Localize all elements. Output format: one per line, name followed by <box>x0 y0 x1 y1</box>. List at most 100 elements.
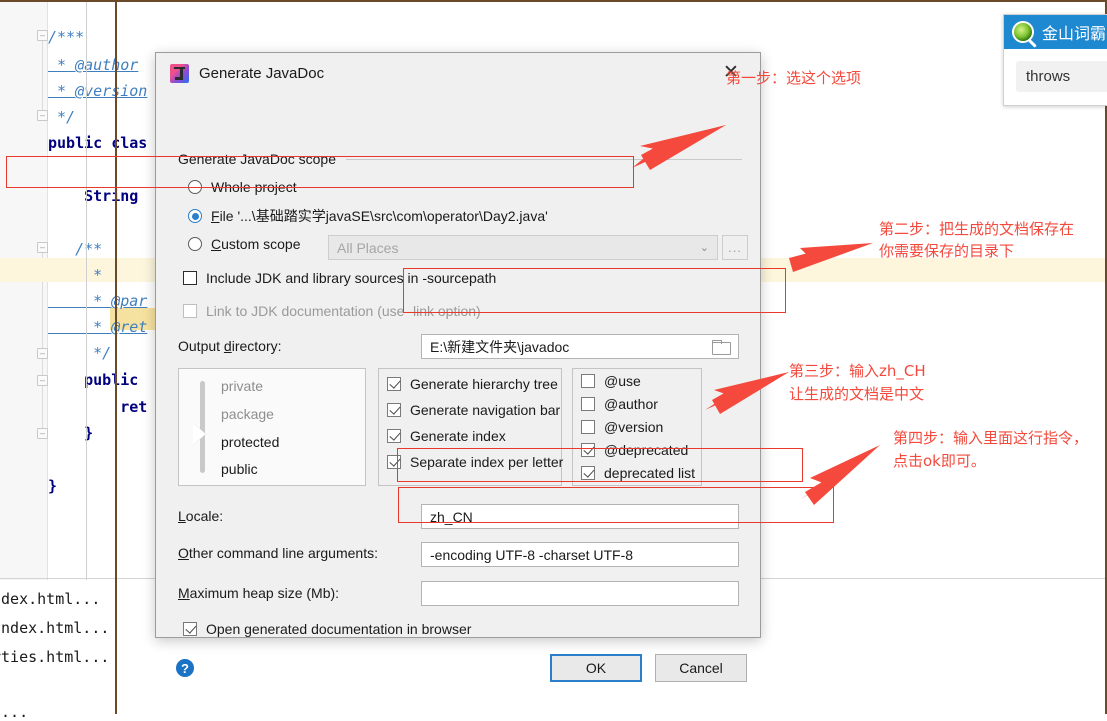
fold-marker[interactable]: – <box>37 30 48 41</box>
checkbox-indicator[interactable] <box>581 420 595 434</box>
dialog-body: Generate JavaDoc scope Whole project Fil… <box>156 93 760 682</box>
code-line: */ <box>48 344 112 362</box>
mnemonic-letter: O <box>178 545 189 561</box>
checkbox-tag-option-0[interactable]: @use <box>581 373 641 389</box>
visibility-option-protected[interactable]: protected <box>221 434 279 450</box>
code-line: */ <box>48 108 76 126</box>
locale-label: Locale: <box>178 508 223 524</box>
other-args-label: Other command line arguments: <box>178 545 378 561</box>
locale-input[interactable]: zh_CN <box>421 504 739 529</box>
checkbox-indicator[interactable] <box>387 455 401 469</box>
fold-marker[interactable]: – <box>37 375 48 386</box>
annotation-step-4-line2: 点击ok即可。 <box>893 452 986 470</box>
dictionary-query[interactable]: throws <box>1016 61 1107 92</box>
visibility-option-private[interactable]: private <box>221 378 263 394</box>
checkbox-indicator[interactable] <box>581 466 595 480</box>
visibility-option-public[interactable]: public <box>221 461 258 477</box>
annotation-step-4-line1: 第四步：输入里面这行指令， <box>893 429 1089 447</box>
console-line: l... <box>0 703 29 721</box>
code-line: /*** <box>48 28 85 46</box>
annotation-step-3-line2: 让生成的文档是中文 <box>789 385 925 403</box>
checkbox-indicator[interactable] <box>183 622 197 636</box>
fold-marker[interactable]: – <box>37 348 48 359</box>
output-directory-input[interactable]: E:\新建文件夹\javadoc <box>421 334 739 359</box>
checkbox-indicator[interactable] <box>581 443 595 457</box>
checkbox-tag-option-label: @deprecated <box>604 442 689 458</box>
checkbox-indicator[interactable] <box>581 374 595 388</box>
code-line: /** <box>48 240 103 258</box>
magnifier-icon <box>1012 21 1034 43</box>
checkbox-generate-option-label: Generate hierarchy tree <box>410 376 558 392</box>
visibility-option-package[interactable]: package <box>221 406 274 422</box>
other-args-input[interactable]: -encoding UTF-8 -charset UTF-8 <box>421 542 739 567</box>
cancel-button[interactable]: Cancel <box>655 654 747 682</box>
help-icon[interactable]: ? <box>176 659 194 677</box>
checkbox-indicator[interactable] <box>387 403 401 417</box>
dictionary-popup[interactable]: 金山词霸 throws <box>1003 14 1107 106</box>
console-line: rties.html... <box>0 648 110 666</box>
checkbox-generate-option-0[interactable]: Generate hierarchy tree <box>387 376 558 392</box>
checkbox-indicator[interactable] <box>581 397 595 411</box>
checkbox-tag-option-label: @use <box>604 373 641 389</box>
scope-section-label: Generate JavaDoc scope <box>178 151 336 167</box>
checkbox-tag-option-2[interactable]: @version <box>581 419 663 435</box>
section-rule <box>345 158 742 160</box>
mnemonic-letter: M <box>178 585 190 601</box>
checkbox-indicator[interactable] <box>387 429 401 443</box>
fold-marker[interactable]: – <box>37 110 48 121</box>
checkbox-open-in-browser[interactable]: Open generated documentation in browser <box>183 621 471 637</box>
code-line: public <box>48 371 139 389</box>
scope-section-header: Generate JavaDoc scope <box>178 151 742 167</box>
radio-file-scope[interactable]: File '...\基础踏实学javaSE\src\com\operator\D… <box>188 206 548 226</box>
output-directory-label-pre: Output <box>178 338 224 354</box>
dictionary-body: throws <box>1004 49 1107 92</box>
annotation-step-2-line1: 第二步：把生成的文档保存在 <box>879 220 1075 238</box>
radio-file-scope-label: File '...\基础踏实学javaSE\src\com\operator\D… <box>211 206 548 226</box>
mnemonic-letter: d <box>223 338 232 354</box>
fold-marker[interactable]: – <box>37 428 48 439</box>
custom-scope-select[interactable]: All Places ⌄ <box>328 235 718 260</box>
ok-button[interactable]: OK <box>550 654 642 682</box>
radio-indicator[interactable] <box>188 209 202 223</box>
custom-scope-browse-button[interactable]: ... <box>722 235 748 260</box>
radio-custom-scope-label: Custom scope <box>211 236 301 252</box>
checkbox-generate-option-2[interactable]: Generate index <box>387 428 506 444</box>
checkbox-tag-option-label: @version <box>604 419 664 435</box>
code-line: String <box>48 187 139 205</box>
checkbox-tag-option-3[interactable]: @deprecated <box>581 442 688 458</box>
locale-label-text: ocale: <box>185 508 224 524</box>
output-directory-label-post: irectory: <box>231 338 282 354</box>
checkbox-generate-option-label: Generate index <box>410 428 506 444</box>
checkbox-tag-option-1[interactable]: @author <box>581 396 658 412</box>
checkbox-indicator[interactable] <box>387 377 401 391</box>
code-line: * <box>48 266 103 284</box>
radio-indicator[interactable] <box>188 180 202 194</box>
generate-javadoc-dialog[interactable]: Generate JavaDoc ✕ Generate JavaDoc scop… <box>155 52 761 682</box>
checkbox-generate-option-3[interactable]: Separate index per letter <box>387 454 563 470</box>
checkbox-indicator[interactable] <box>183 271 197 285</box>
radio-whole-project-label: Whole project <box>211 179 297 195</box>
code-line: * @version <box>48 82 148 100</box>
max-heap-input[interactable] <box>421 581 739 606</box>
checkbox-tag-option-4[interactable]: deprecated list <box>581 465 695 481</box>
checkbox-open-in-browser-label: Open generated documentation in browser <box>206 621 472 637</box>
custom-scope-text: ustom scope <box>221 236 301 252</box>
checkbox-generate-option-1[interactable]: Generate navigation bar <box>387 402 560 418</box>
code-line: * @par <box>48 292 148 310</box>
dictionary-header: 金山词霸 <box>1004 15 1107 49</box>
checkbox-link-jdk-doc: Link to JDK documentation (use -link opt… <box>183 303 481 319</box>
checkbox-include-jdk-sources[interactable]: Include JDK and library sources in -sour… <box>183 270 496 286</box>
output-directory-label: Output directory: <box>178 338 282 354</box>
dialog-title: Generate JavaDoc <box>199 64 325 82</box>
mnemonic-letter: L <box>178 508 186 524</box>
code-line: * @author <box>48 56 139 74</box>
radio-whole-project[interactable]: Whole project <box>188 179 297 195</box>
radio-indicator[interactable] <box>188 237 202 251</box>
dictionary-title: 金山词霸 <box>1042 26 1107 43</box>
visibility-slider-thumb[interactable] <box>193 423 206 445</box>
radio-custom-scope[interactable]: Custom scope <box>188 236 301 252</box>
visibility-slider-panel[interactable]: private package protected public <box>178 368 366 486</box>
chevron-down-icon: ⌄ <box>699 242 709 254</box>
fold-marker[interactable]: – <box>37 242 48 253</box>
folder-icon[interactable] <box>712 340 731 355</box>
